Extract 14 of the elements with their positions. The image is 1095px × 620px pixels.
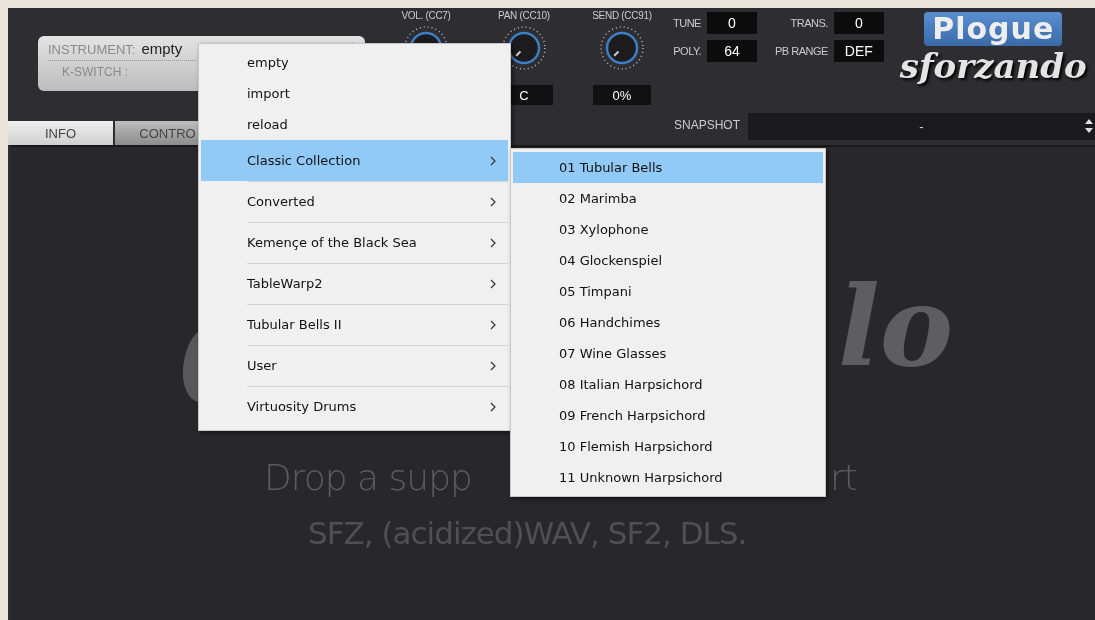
- knob-value: 0%: [593, 85, 651, 105]
- knob-label: VOL. (CC7): [401, 10, 451, 21]
- product-logo: sforzando: [899, 46, 1087, 86]
- param-label: TUNE: [673, 17, 701, 29]
- k-switch-label: K-SWITCH :: [61, 65, 129, 79]
- knob-label: PAN (CC10): [498, 10, 550, 21]
- param-label: PB RANGE: [774, 45, 828, 57]
- knob-label: SEND (CC91): [592, 10, 652, 21]
- instrument-value: empty: [141, 40, 183, 57]
- brand-logo: Plogue: [924, 12, 1063, 46]
- snapshot-label: SNAPSHOT: [674, 118, 740, 132]
- param-label: TRANS.: [790, 17, 828, 29]
- param-label: POLY.: [673, 45, 701, 57]
- instrument-label: INSTRUMENT:: [48, 42, 136, 57]
